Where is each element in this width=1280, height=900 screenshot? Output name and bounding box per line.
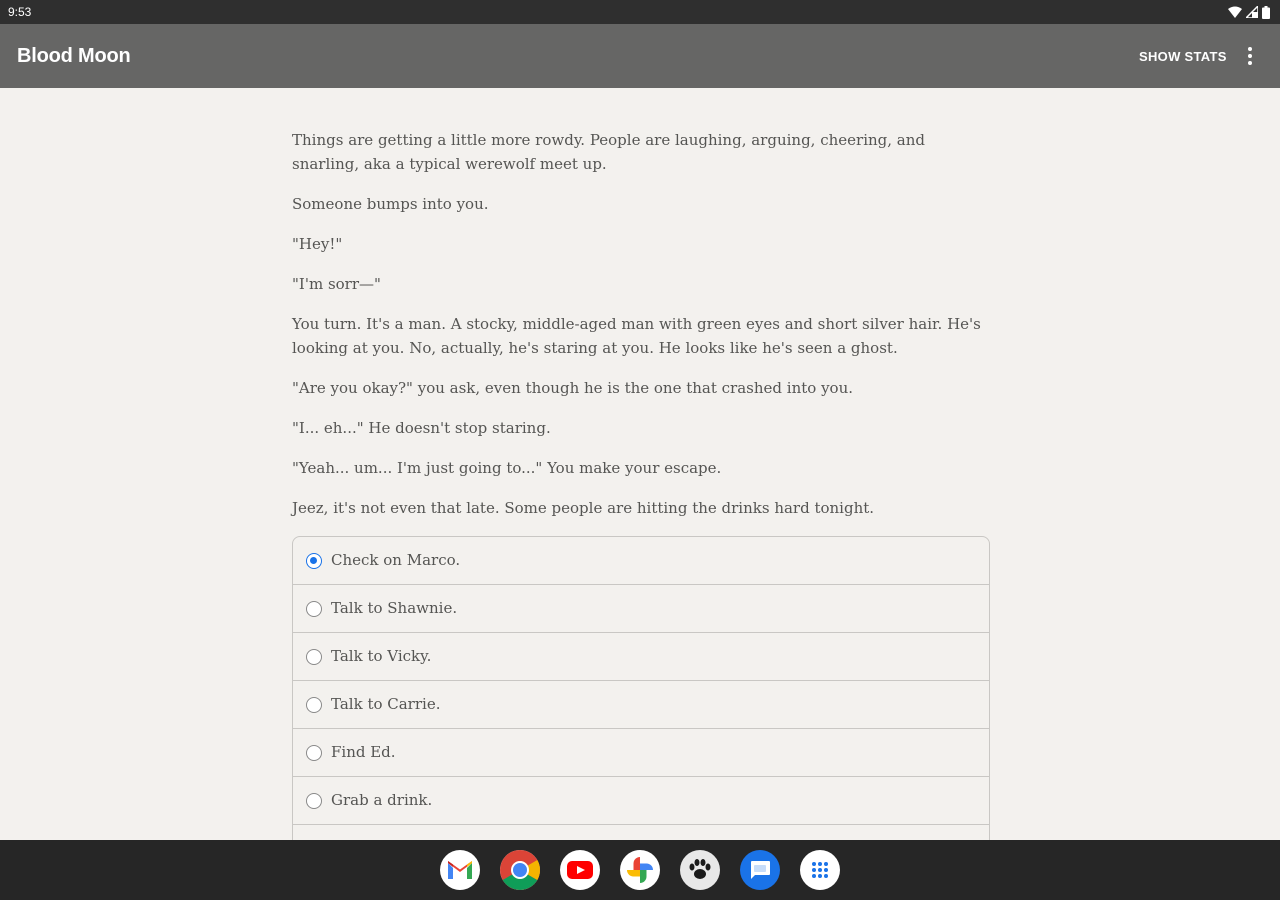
overflow-menu-icon[interactable] [1240, 44, 1260, 68]
story-paragraph: Jeez, it's not even that late. Some peop… [292, 499, 875, 517]
story-paragraph: Someone bumps into you. [292, 195, 489, 213]
story-paragraph: "Hey!" [292, 235, 343, 253]
radio-button[interactable] [306, 697, 322, 713]
app-dock [440, 850, 840, 890]
chrome-icon[interactable] [500, 850, 540, 890]
signal-icon [1246, 6, 1258, 18]
radio-button[interactable] [306, 745, 322, 761]
choice-option[interactable]: Grab a drink. [293, 777, 989, 825]
status-icons [1228, 5, 1270, 19]
choice-option[interactable]: Check on Marco. [293, 537, 989, 585]
photos-icon[interactable] [620, 850, 660, 890]
story-paragraph: You turn. It's a man. A stocky, middle-a… [292, 315, 981, 357]
battery-icon [1262, 5, 1270, 19]
app-title: Blood Moon [17, 45, 131, 67]
radio-button[interactable] [306, 793, 322, 809]
radio-button[interactable] [306, 601, 322, 617]
story-text: Things are getting a little more rowdy. … [292, 128, 990, 536]
choice-label: Talk to Carrie. [331, 695, 441, 713]
story-paragraph: "Are you okay?" you ask, even though he … [292, 379, 853, 397]
radio-button[interactable] [306, 649, 322, 665]
story-paragraph: "I'm sorr—" [292, 275, 381, 293]
status-bar: 9:53 [0, 0, 1280, 24]
story-paragraph: Things are getting a little more rowdy. … [292, 131, 925, 173]
choice-label: Grab a drink. [331, 791, 433, 809]
choice-option[interactable]: Find Ed. [293, 729, 989, 777]
choice-label: Check on Marco. [331, 551, 461, 569]
taskbar [0, 840, 1280, 900]
messages-icon[interactable] [740, 850, 780, 890]
choice-label: Talk to Shawnie. [331, 599, 458, 617]
wifi-icon [1228, 6, 1242, 18]
story-paragraph: "Yeah... um... I'm just going to..." You… [292, 459, 722, 477]
choice-option[interactable]: Talk to Vicky. [293, 633, 989, 681]
status-time: 9:53 [8, 5, 32, 19]
app-bar: Blood Moon SHOW STATS [0, 24, 1280, 88]
youtube-icon[interactable] [560, 850, 600, 890]
choice-label: Talk to Vicky. [331, 647, 432, 665]
choice-option[interactable]: Talk to Shawnie. [293, 585, 989, 633]
choice-label: Find Ed. [331, 743, 396, 761]
choice-option[interactable]: Talk to Carrie. [293, 681, 989, 729]
paw-app-icon[interactable] [680, 850, 720, 890]
radio-button-selected[interactable] [306, 553, 322, 569]
choice-list: Check on Marco. Talk to Shawnie. Talk to… [292, 536, 990, 856]
story-paragraph: "I... eh..." He doesn't stop staring. [292, 419, 551, 437]
gmail-icon[interactable] [440, 850, 480, 890]
show-stats-button[interactable]: SHOW STATS [1139, 49, 1227, 64]
app-launcher-icon[interactable] [800, 850, 840, 890]
